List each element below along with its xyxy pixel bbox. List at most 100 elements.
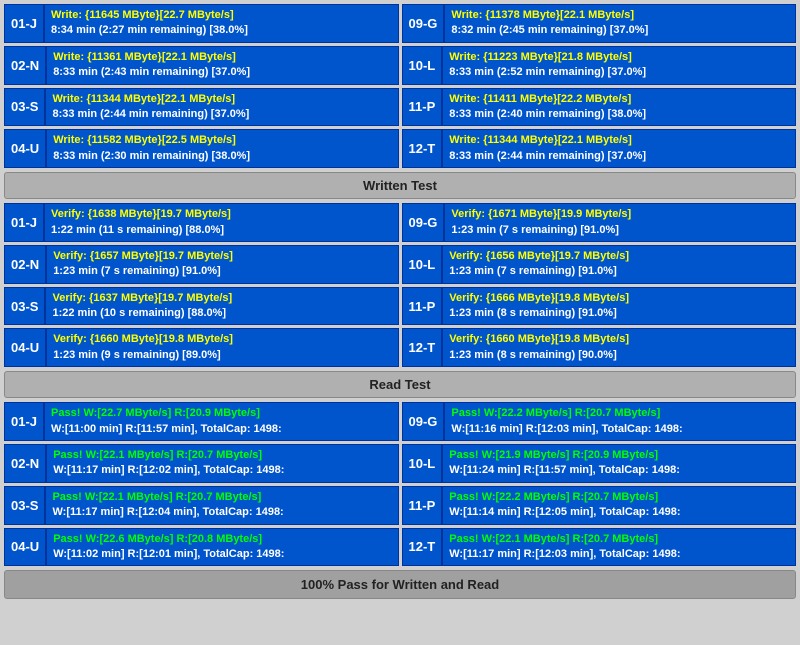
- drive-cell-11p: 11-PPass! W:[22.2 MByte/s] R:[20.7 MByte…: [402, 486, 797, 525]
- written-test-header: Written Test: [4, 172, 796, 199]
- drive-line1: Pass! W:[22.1 MByte/s] R:[20.7 MByte/s]: [53, 448, 391, 463]
- drive-info: Pass! W:[22.6 MByte/s] R:[20.8 MByte/s]W…: [46, 528, 398, 567]
- drive-info: Pass! W:[21.9 MByte/s] R:[20.9 MByte/s]W…: [442, 444, 796, 483]
- drive-line1: Write: {11645 MByte}[22.7 MByte/s]: [51, 8, 391, 23]
- drive-cell-10l: 10-LPass! W:[21.9 MByte/s] R:[20.9 MByte…: [402, 444, 797, 483]
- drive-info: Pass! W:[22.1 MByte/s] R:[20.7 MByte/s]W…: [45, 486, 398, 525]
- drive-line2: 8:33 min (2:43 min remaining) [37.0%]: [53, 65, 391, 80]
- drive-line2: W:[11:17 min] R:[12:03 min], TotalCap: 1…: [449, 547, 789, 562]
- drive-cell-11p: 11-PWrite: {11411 MByte}[22.2 MByte/s]8:…: [402, 88, 797, 127]
- drive-line1: Write: {11344 MByte}[22.1 MByte/s]: [52, 92, 391, 107]
- drive-info: Verify: {1656 MByte}[19.7 MByte/s]1:23 m…: [442, 245, 796, 284]
- drive-label: 09-G: [402, 402, 445, 441]
- drive-line1: Verify: {1671 MByte}[19.9 MByte/s]: [451, 207, 789, 222]
- drive-info: Write: {11645 MByte}[22.7 MByte/s]8:34 m…: [44, 4, 398, 43]
- drive-line2: 1:22 min (10 s remaining) [88.0%]: [52, 306, 391, 321]
- drive-label: 03-S: [4, 88, 45, 127]
- drive-line1: Pass! W:[22.1 MByte/s] R:[20.7 MByte/s]: [449, 532, 789, 547]
- drive-cell-03s: 03-SVerify: {1637 MByte}[19.7 MByte/s]1:…: [4, 287, 399, 326]
- drive-label: 11-P: [402, 486, 443, 525]
- drive-label: 02-N: [4, 444, 46, 483]
- drive-line1: Write: {11223 MByte}[21.8 MByte/s]: [449, 50, 789, 65]
- drive-line2: 8:33 min (2:52 min remaining) [37.0%]: [449, 65, 789, 80]
- drive-cell-10l: 10-LVerify: {1656 MByte}[19.7 MByte/s]1:…: [402, 245, 797, 284]
- write-section: 01-JWrite: {11645 MByte}[22.7 MByte/s]8:…: [4, 4, 796, 199]
- drive-label: 12-T: [402, 129, 443, 168]
- drive-cell-03s: 03-SPass! W:[22.1 MByte/s] R:[20.7 MByte…: [4, 486, 399, 525]
- drive-cell-01j: 01-JVerify: {1638 MByte}[19.7 MByte/s]1:…: [4, 203, 399, 242]
- drive-cell-09g: 09-GVerify: {1671 MByte}[19.9 MByte/s]1:…: [402, 203, 797, 242]
- drive-label: 01-J: [4, 203, 44, 242]
- drive-line1: Verify: {1666 MByte}[19.8 MByte/s]: [449, 291, 789, 306]
- drive-cell-02n: 02-N Pass! W:[22.1 MByte/s] R:[20.7 MByte…: [4, 444, 399, 483]
- read-test-header: Read Test: [4, 371, 796, 398]
- drive-cell-12t: 12-T Pass! W:[22.1 MByte/s] R:[20.7 MByte…: [402, 528, 797, 567]
- drive-line2: W:[11:24 min] R:[11:57 min], TotalCap: 1…: [449, 463, 789, 478]
- drive-line2: W:[11:02 min] R:[12:01 min], TotalCap: 1…: [53, 547, 391, 562]
- drive-cell-01j: 01-JWrite: {11645 MByte}[22.7 MByte/s]8:…: [4, 4, 399, 43]
- drive-line2: 1:23 min (7 s remaining) [91.0%]: [451, 223, 789, 238]
- drive-info: Verify: {1671 MByte}[19.9 MByte/s]1:23 m…: [444, 203, 796, 242]
- drive-info: Write: {11344 MByte}[22.1 MByte/s]8:33 m…: [45, 88, 398, 127]
- footer-bar: 100% Pass for Written and Read: [4, 570, 796, 599]
- drive-info: Write: {11378 MByte}[22.1 MByte/s]8:32 m…: [444, 4, 796, 43]
- drive-line2: 1:23 min (7 s remaining) [91.0%]: [53, 264, 391, 279]
- drive-label: 12-T: [402, 528, 443, 567]
- drive-label: 12-T: [402, 328, 443, 367]
- drive-info: Verify: {1666 MByte}[19.8 MByte/s]1:23 m…: [442, 287, 796, 326]
- drive-info: Write: {11223 MByte}[21.8 MByte/s]8:33 m…: [442, 46, 796, 85]
- drive-line1: Pass! W:[22.2 MByte/s] R:[20.7 MByte/s]: [449, 490, 789, 505]
- drive-label: 09-G: [402, 4, 445, 43]
- drive-info: Verify: {1637 MByte}[19.7 MByte/s]1:22 m…: [45, 287, 398, 326]
- drive-label: 01-J: [4, 4, 44, 43]
- drive-line2: 1:23 min (8 s remaining) [91.0%]: [449, 306, 789, 321]
- write-grid: 01-JWrite: {11645 MByte}[22.7 MByte/s]8:…: [4, 4, 796, 168]
- drive-line2: 8:32 min (2:45 min remaining) [37.0%]: [451, 23, 789, 38]
- drive-line1: Pass! W:[22.6 MByte/s] R:[20.8 MByte/s]: [53, 532, 391, 547]
- drive-line1: Verify: {1656 MByte}[19.7 MByte/s]: [449, 249, 789, 264]
- drive-line2: W:[11:16 min] R:[12:03 min], TotalCap: 1…: [451, 422, 789, 437]
- verify-section: 01-JVerify: {1638 MByte}[19.7 MByte/s]1:…: [4, 203, 796, 398]
- drive-line2: 1:22 min (11 s remaining) [88.0%]: [51, 223, 391, 238]
- drive-cell-02n: 02-NWrite: {11361 MByte}[22.1 MByte/s]8:…: [4, 46, 399, 85]
- drive-label: 02-N: [4, 46, 46, 85]
- verify-grid: 01-JVerify: {1638 MByte}[19.7 MByte/s]1:…: [4, 203, 796, 367]
- drive-line2: 1:23 min (9 s remaining) [89.0%]: [53, 348, 391, 363]
- drive-label: 11-P: [402, 287, 443, 326]
- drive-cell-09g: 09-GPass! W:[22.2 MByte/s] R:[20.7 MByte…: [402, 402, 797, 441]
- drive-line1: Write: {11378 MByte}[22.1 MByte/s]: [451, 8, 789, 23]
- drive-line2: 1:23 min (7 s remaining) [91.0%]: [449, 264, 789, 279]
- drive-label: 01-J: [4, 402, 44, 441]
- drive-line1: Verify: {1660 MByte}[19.8 MByte/s]: [53, 332, 391, 347]
- drive-line2: W:[11:17 min] R:[12:04 min], TotalCap: 1…: [52, 505, 391, 520]
- drive-line1: Pass! W:[21.9 MByte/s] R:[20.9 MByte/s]: [449, 448, 789, 463]
- drive-line1: Pass! W:[22.7 MByte/s] R:[20.9 MByte/s]: [51, 406, 391, 421]
- drive-line1: Pass! W:[22.1 MByte/s] R:[20.7 MByte/s]: [52, 490, 391, 505]
- drive-cell-12t: 12-TWrite: {11344 MByte}[22.1 MByte/s]8:…: [402, 129, 797, 168]
- drive-info: Write: {11361 MByte}[22.1 MByte/s]8:33 m…: [46, 46, 398, 85]
- drive-cell-04u: 04-UWrite: {11582 MByte}[22.5 MByte/s]8:…: [4, 129, 399, 168]
- drive-line2: 8:34 min (2:27 min remaining) [38.0%]: [51, 23, 391, 38]
- drive-label: 10-L: [402, 46, 443, 85]
- drive-label: 03-S: [4, 287, 45, 326]
- drive-cell-12t: 12-TVerify: {1660 MByte}[19.8 MByte/s]1:…: [402, 328, 797, 367]
- pass-section: 01-J Pass! W:[22.7 MByte/s] R:[20.9 MByte…: [4, 402, 796, 599]
- drive-line2: W:[11:00 min] R:[11:57 min], TotalCap: 1…: [51, 422, 391, 437]
- drive-cell-01j: 01-J Pass! W:[22.7 MByte/s] R:[20.9 MByte…: [4, 402, 399, 441]
- drive-info: Write: {11344 MByte}[22.1 MByte/s]8:33 m…: [442, 129, 796, 168]
- drive-cell-09g: 09-GWrite: {11378 MByte}[22.1 MByte/s]8:…: [402, 4, 797, 43]
- drive-line2: 8:33 min (2:30 min remaining) [38.0%]: [53, 149, 391, 164]
- drive-label: 04-U: [4, 129, 46, 168]
- drive-label: 02-N: [4, 245, 46, 284]
- drive-line1: Write: {11344 MByte}[22.1 MByte/s]: [449, 133, 789, 148]
- drive-line2: 8:33 min (2:40 min remaining) [38.0%]: [449, 107, 789, 122]
- drive-label: 03-S: [4, 486, 45, 525]
- drive-info: Pass! W:[22.2 MByte/s] R:[20.7 MByte/s]W…: [442, 486, 796, 525]
- drive-line1: Verify: {1657 MByte}[19.7 MByte/s]: [53, 249, 391, 264]
- pass-grid: 01-J Pass! W:[22.7 MByte/s] R:[20.9 MByte…: [4, 402, 796, 566]
- drive-label: 09-G: [402, 203, 445, 242]
- drive-info: Write: {11411 MByte}[22.2 MByte/s]8:33 m…: [442, 88, 796, 127]
- drive-cell-03s: 03-SWrite: {11344 MByte}[22.1 MByte/s]8:…: [4, 88, 399, 127]
- main-container: 01-JWrite: {11645 MByte}[22.7 MByte/s]8:…: [0, 0, 800, 607]
- drive-info: Write: {11582 MByte}[22.5 MByte/s]8:33 m…: [46, 129, 398, 168]
